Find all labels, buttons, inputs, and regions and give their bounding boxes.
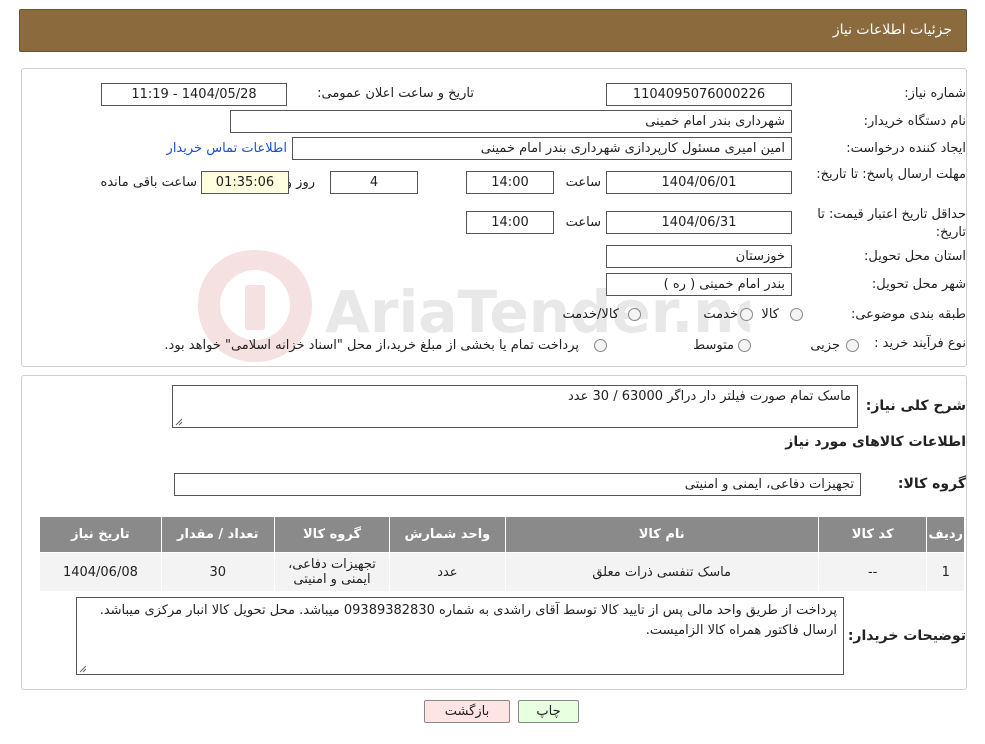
creator-label: ایجاد کننده درخواست: xyxy=(846,141,966,156)
category-service-radio[interactable] xyxy=(740,308,753,321)
cell-date: 1404/06/08 xyxy=(39,552,162,592)
creator-field: امین امیری مسئول کارپردازی شهرداری بندر … xyxy=(292,137,792,160)
table-row: 1 -- ماسک تنفسی ذرات معلق عدد تجهیزات دف… xyxy=(39,552,965,592)
col-row-header: ردیف xyxy=(926,516,965,553)
col-group-header: گروه کالا xyxy=(273,516,391,553)
col-name-header: نام کالا xyxy=(504,516,819,553)
remaining-label: ساعت باقی مانده xyxy=(100,175,197,190)
buyer-label: نام دستگاه خریدار: xyxy=(863,114,966,129)
resize-grip-icon[interactable] xyxy=(79,665,87,673)
days-label: روز و xyxy=(285,175,315,190)
buyer-field: شهرداری بندر امام خمینی xyxy=(230,110,792,133)
category-label: طبقه بندی موضوعی: xyxy=(850,307,966,322)
cell-row: 1 xyxy=(926,552,965,592)
page-title: جزئیات اطلاعات نیاز xyxy=(832,22,952,38)
deadline-label: مهلت ارسال پاسخ: تا تاریخ: xyxy=(816,167,966,182)
province-field: خوزستان xyxy=(606,245,792,268)
validity-time-label: ساعت xyxy=(565,215,601,230)
back-button[interactable]: بازگشت xyxy=(424,700,510,723)
cell-qty: 30 xyxy=(160,552,275,592)
cell-unit: عدد xyxy=(389,552,506,592)
province-label: استان محل تحویل: xyxy=(864,249,966,264)
summary-label: شرح کلی نیاز: xyxy=(865,398,966,414)
days-field: 4 xyxy=(330,171,418,194)
goods-table: ردیف کد کالا نام کالا واحد شمارش گروه کا… xyxy=(39,516,965,592)
announce-label: تاریخ و ساعت اعلان عمومی: xyxy=(317,86,474,101)
process-partial-label: جزیی xyxy=(810,338,840,353)
category-service-label: خدمت xyxy=(703,307,738,322)
announce-field: 1404/05/28 - 11:19 xyxy=(101,83,287,106)
process-medium-label: متوسط xyxy=(693,338,734,353)
deadline-time-label: ساعت xyxy=(565,175,601,190)
buyer-notes-label: توضیحات خریدار: xyxy=(847,628,966,644)
deadline-date-field: 1404/06/01 xyxy=(606,171,792,194)
validity-label: حداقل تاریخ اعتبار قیمت: تا تاریخ: xyxy=(817,207,966,240)
process-treasury-checkbox[interactable] xyxy=(594,339,607,352)
process-label: نوع فرآیند خرید : xyxy=(874,336,966,351)
validity-date-field: 1404/06/31 xyxy=(606,211,792,234)
page-header: جزئیات اطلاعات نیاز xyxy=(19,9,967,52)
validity-time-field: 14:00 xyxy=(466,211,554,234)
buyer-notes-textarea[interactable]: پرداخت از طریق واحد مالی پس از تایید کال… xyxy=(76,597,844,675)
deadline-time-field: 14:00 xyxy=(466,171,554,194)
buyer-notes-text: پرداخت از طریق واحد مالی پس از تایید کال… xyxy=(99,603,837,638)
col-date-header: تاریخ نیاز xyxy=(39,516,162,553)
category-goods-radio[interactable] xyxy=(790,308,803,321)
city-field: بندر امام خمینی ( ره ) xyxy=(606,273,792,296)
summary-text: ماسک تمام صورت فیلتر دار دراگر 63000 / 3… xyxy=(568,389,851,404)
remaining-time-field: 01:35:06 xyxy=(201,171,289,194)
category-both-label: کالا/خدمت xyxy=(562,307,619,322)
need-number-field: 1104095076000226 xyxy=(606,83,792,106)
category-both-radio[interactable] xyxy=(628,308,641,321)
summary-textarea[interactable]: ماسک تمام صورت فیلتر دار دراگر 63000 / 3… xyxy=(172,385,858,428)
process-note: پرداخت تمام یا بخشی از مبلغ خرید،از محل … xyxy=(164,338,579,353)
cell-code: -- xyxy=(817,552,928,592)
cell-name: ماسک تنفسی ذرات معلق xyxy=(504,552,819,592)
contact-buyer-link[interactable]: اطلاعات تماس خریدار xyxy=(167,141,287,156)
table-header-row: ردیف کد کالا نام کالا واحد شمارش گروه کا… xyxy=(39,516,965,553)
col-code-header: کد کالا xyxy=(817,516,928,553)
city-label: شهر محل تحویل: xyxy=(871,277,966,292)
cell-group: تجهیزات دفاعی، ایمنی و امنیتی xyxy=(273,552,391,592)
col-unit-header: واحد شمارش xyxy=(389,516,506,553)
goods-info-title: اطلاعات کالاهای مورد نیاز xyxy=(785,434,966,450)
need-number-label: شماره نیاز: xyxy=(904,86,966,101)
goods-group-field: تجهیزات دفاعی، ایمنی و امنیتی xyxy=(174,473,861,496)
col-qty-header: تعداد / مقدار xyxy=(160,516,275,553)
process-partial-radio[interactable] xyxy=(846,339,859,352)
process-medium-radio[interactable] xyxy=(738,339,751,352)
print-button[interactable]: چاپ xyxy=(518,700,579,723)
goods-group-label: گروه کالا: xyxy=(897,476,966,492)
resize-grip-icon[interactable] xyxy=(175,418,183,426)
category-goods-label: کالا xyxy=(761,307,779,322)
